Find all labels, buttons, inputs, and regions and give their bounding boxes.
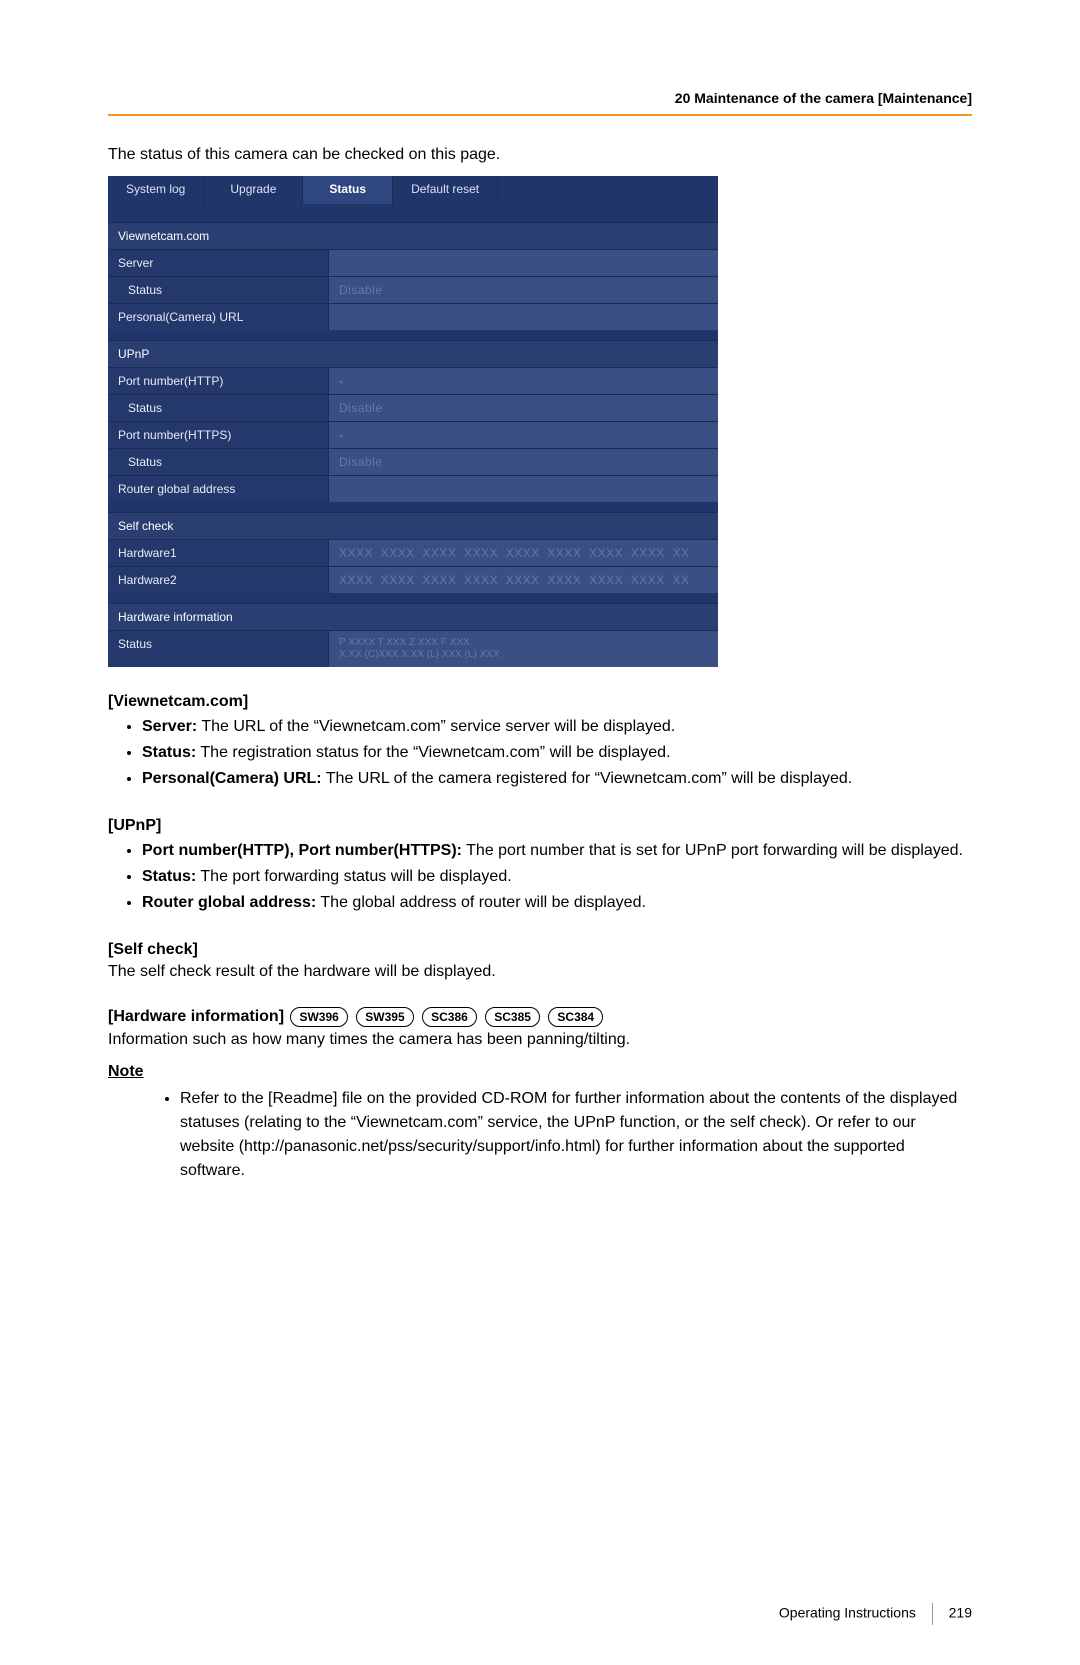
- footer-label: Operating Instructions: [779, 1605, 916, 1621]
- hwinfo-title-text: [Hardware information]: [108, 1008, 284, 1025]
- table-row: StatusDisable: [108, 276, 718, 303]
- group-header-label: Self check: [108, 513, 718, 539]
- page-footer: Operating Instructions 219: [108, 1603, 972, 1625]
- table-row: StatusP XXXX T XXX Z XXX F XXXX.XX (C)XX…: [108, 630, 718, 667]
- tab-default-reset[interactable]: Default reset: [393, 176, 498, 204]
- section-title-upnp: [UPnP]: [108, 817, 972, 835]
- row-label: Status: [108, 631, 328, 667]
- tab-upgrade[interactable]: Upgrade: [204, 176, 303, 204]
- row-value: [328, 250, 718, 276]
- table-row: Hardware1XXXX XXXX XXXX XXXX XXXX XXXX X…: [108, 539, 718, 566]
- row-label: Port number(HTTPS): [108, 422, 328, 448]
- row-value: -: [328, 422, 718, 448]
- row-label: Port number(HTTP): [108, 368, 328, 394]
- table-row: Router global address: [108, 475, 718, 502]
- model-pill: SC386: [422, 1007, 477, 1027]
- tab-bar: System log Upgrade Status Default reset: [108, 176, 718, 204]
- row-label: Hardware1: [108, 540, 328, 566]
- row-value: XXXX XXXX XXXX XXXX XXXX XXXX XXXX XXXX …: [328, 567, 718, 593]
- tab-status[interactable]: Status: [303, 176, 393, 204]
- row-value: -: [328, 368, 718, 394]
- note-heading: Note: [108, 1063, 972, 1081]
- row-label: Status: [108, 277, 328, 303]
- group-header: Self check: [108, 512, 718, 539]
- section-title-selfcheck: [Self check]: [108, 941, 972, 959]
- tab-spacer: [498, 176, 718, 204]
- row-value: Disable: [328, 449, 718, 475]
- list-item: Port number(HTTP), Port number(HTTPS): T…: [142, 839, 972, 863]
- table-row: Hardware2XXXX XXXX XXXX XXXX XXXX XXXX X…: [108, 566, 718, 593]
- row-value: [328, 476, 718, 502]
- row-label: Status: [108, 449, 328, 475]
- group-header: Hardware information: [108, 603, 718, 630]
- status-screenshot: System log Upgrade Status Default reset …: [108, 176, 718, 667]
- note-list: Refer to the [Readme] file on the provid…: [108, 1087, 972, 1183]
- table-row: Personal(Camera) URL: [108, 303, 718, 330]
- row-value: P XXXX T XXX Z XXX F XXXX.XX (C)XXX X.XX…: [328, 631, 718, 667]
- section-title-viewnetcam: [Viewnetcam.com]: [108, 693, 972, 711]
- model-pill: SW396: [290, 1007, 347, 1027]
- group-header-label: Viewnetcam.com: [108, 223, 718, 249]
- intro-text: The status of this camera can be checked…: [108, 146, 972, 164]
- model-pill: SC385: [485, 1007, 540, 1027]
- row-label: Status: [108, 395, 328, 421]
- list-item: Status: The registration status for the …: [142, 741, 972, 765]
- bullet-bold: Server:: [142, 718, 197, 735]
- tab-system-log[interactable]: System log: [108, 176, 204, 204]
- row-value: [328, 304, 718, 330]
- group-header-label: Hardware information: [108, 604, 718, 630]
- header-rule: [108, 114, 972, 116]
- table-row: Port number(HTTPS)-: [108, 421, 718, 448]
- page-header: 20 Maintenance of the camera [Maintenanc…: [108, 90, 972, 114]
- footer-page-number: 219: [949, 1605, 972, 1621]
- list-upnp: Port number(HTTP), Port number(HTTPS): T…: [108, 839, 972, 915]
- table-row: StatusDisable: [108, 448, 718, 475]
- bullet-bold: Personal(Camera) URL:: [142, 770, 322, 787]
- list-viewnetcam: Server: The URL of the “Viewnetcam.com” …: [108, 715, 972, 791]
- list-item: Server: The URL of the “Viewnetcam.com” …: [142, 715, 972, 739]
- bullet-bold: Port number(HTTP), Port number(HTTPS):: [142, 842, 462, 859]
- row-label: Router global address: [108, 476, 328, 502]
- list-item: Router global address: The global addres…: [142, 891, 972, 915]
- section-title-hwinfo: [Hardware information] SW396 SW395 SC386…: [108, 1007, 972, 1027]
- note-item: Refer to the [Readme] file on the provid…: [180, 1087, 972, 1183]
- footer-separator: [932, 1603, 933, 1625]
- group-header: Viewnetcam.com: [108, 222, 718, 249]
- bullet-bold: Status:: [142, 744, 196, 761]
- row-value: Disable: [328, 395, 718, 421]
- model-pill: SC384: [548, 1007, 603, 1027]
- row-value: XXXX XXXX XXXX XXXX XXXX XXXX XXXX XXXX …: [328, 540, 718, 566]
- bullet-bold: Router global address:: [142, 894, 316, 911]
- row-label: Server: [108, 250, 328, 276]
- model-pill: SW395: [356, 1007, 413, 1027]
- row-label: Hardware2: [108, 567, 328, 593]
- list-item: Status: The port forwarding status will …: [142, 865, 972, 889]
- group-header: UPnP: [108, 340, 718, 367]
- row-label: Personal(Camera) URL: [108, 304, 328, 330]
- hwinfo-para: Information such as how many times the c…: [108, 1031, 972, 1049]
- list-item: Personal(Camera) URL: The URL of the cam…: [142, 767, 972, 791]
- table-row: Server: [108, 249, 718, 276]
- table-row: StatusDisable: [108, 394, 718, 421]
- group-header-label: UPnP: [108, 341, 718, 367]
- selfcheck-para: The self check result of the hardware wi…: [108, 963, 972, 981]
- bullet-bold: Status:: [142, 868, 196, 885]
- row-value: Disable: [328, 277, 718, 303]
- table-row: Port number(HTTP)-: [108, 367, 718, 394]
